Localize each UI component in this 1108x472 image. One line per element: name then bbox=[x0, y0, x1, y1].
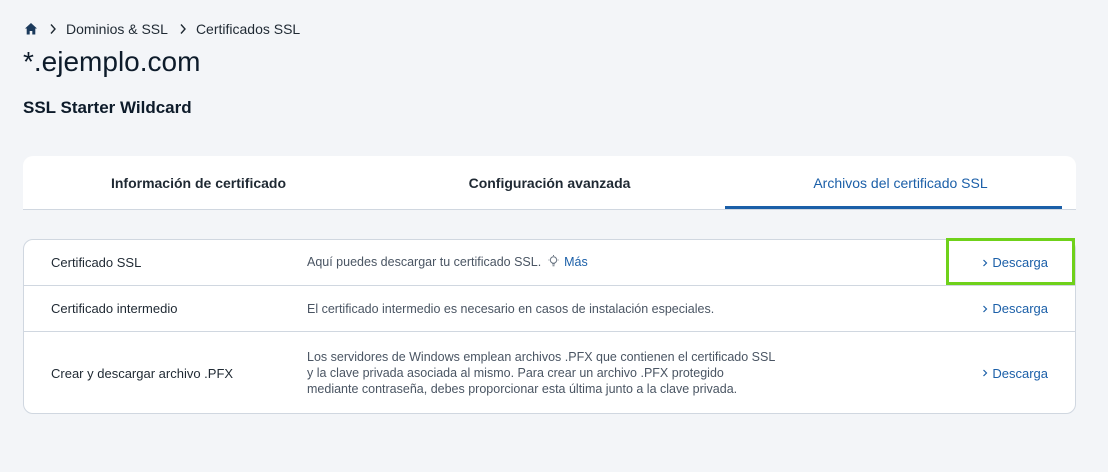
download-intermediate-button[interactable]: Descarga bbox=[982, 301, 1048, 316]
table-row: Crear y descargar archivo .PFX Los servi… bbox=[24, 332, 1075, 414]
table-row: Certificado intermedio El certificado in… bbox=[24, 286, 1075, 332]
table-row: Certificado SSL Aquí puedes descargar tu… bbox=[24, 238, 1075, 286]
tab-bar: Información de certificado Configuración… bbox=[23, 156, 1076, 210]
row-name: Crear y descargar archivo .PFX bbox=[51, 365, 234, 381]
row-name: Certificado SSL bbox=[51, 255, 142, 270]
breadcrumb-link-certificados[interactable]: Certificados SSL bbox=[196, 21, 300, 37]
description-line: Los servidores de Windows emplean archiv… bbox=[307, 350, 776, 364]
breadcrumb: Dominios & SSL Certificados SSL bbox=[24, 19, 300, 39]
page-title: *.ejemplo.com bbox=[23, 46, 201, 77]
description-line: y la clave privada asociada al mismo. Pa… bbox=[307, 366, 724, 380]
tab-informacion-certificado[interactable]: Información de certificado bbox=[23, 156, 374, 209]
home-icon[interactable] bbox=[24, 22, 38, 36]
lightbulb-icon bbox=[548, 254, 559, 272]
certificate-files-table: Certificado SSL Aquí puedes descargar tu… bbox=[23, 238, 1076, 414]
row-name: Certificado intermedio bbox=[51, 301, 178, 316]
chevron-right-icon bbox=[983, 369, 988, 377]
page-subtitle: SSL Starter Wildcard bbox=[23, 98, 192, 117]
description-line: mediante contraseña, debes proporcionar … bbox=[307, 382, 738, 396]
breadcrumb-link-dominios[interactable]: Dominios & SSL bbox=[66, 21, 168, 37]
chevron-right-icon bbox=[179, 23, 187, 35]
chevron-right-icon bbox=[983, 305, 988, 312]
download-label: Descarga bbox=[992, 301, 1048, 316]
tab-archivos-certificado[interactable]: Archivos del certificado SSL bbox=[725, 156, 1076, 209]
row-description: Aquí puedes descargar tu certificado SSL… bbox=[307, 254, 807, 272]
download-pfx-button[interactable]: Descarga bbox=[982, 366, 1048, 381]
row-description: Los servidores de Windows emplean archiv… bbox=[307, 349, 807, 397]
tab-configuracion-avanzada[interactable]: Configuración avanzada bbox=[374, 156, 725, 209]
row-description: El certificado intermedio es necesario e… bbox=[307, 301, 715, 316]
download-label: Descarga bbox=[992, 365, 1048, 381]
chevron-right-icon bbox=[49, 23, 57, 35]
highlight-frame bbox=[946, 238, 1075, 285]
more-info-link[interactable]: Más bbox=[564, 255, 588, 269]
